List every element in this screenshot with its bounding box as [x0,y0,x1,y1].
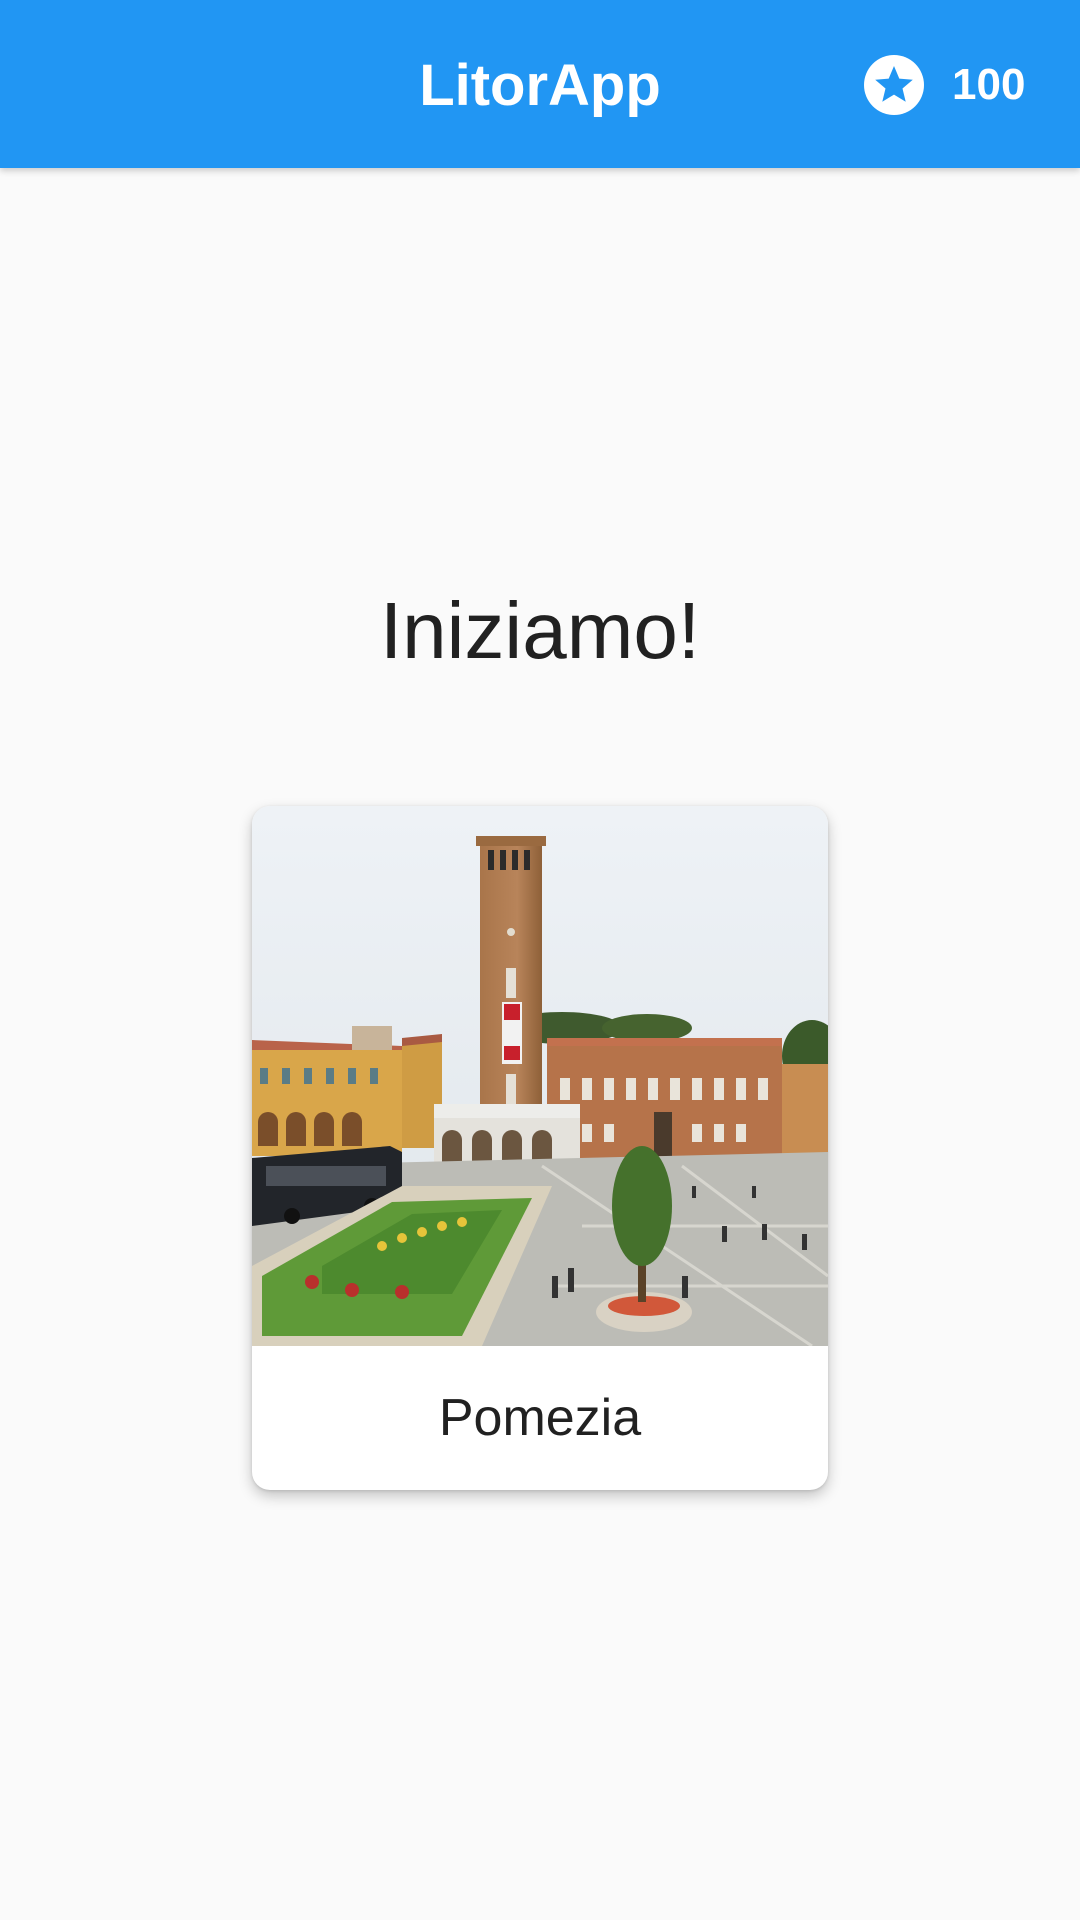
city-card-pomezia[interactable]: Pomezia [252,806,828,1490]
city-name: Pomezia [438,1389,642,1447]
score-value: 100 [952,60,1026,109]
city-photo [252,806,828,1346]
app-bar: LitorApp 100 [0,0,1080,168]
star-icon [864,55,924,115]
page-heading: Iniziamo! [379,586,701,675]
